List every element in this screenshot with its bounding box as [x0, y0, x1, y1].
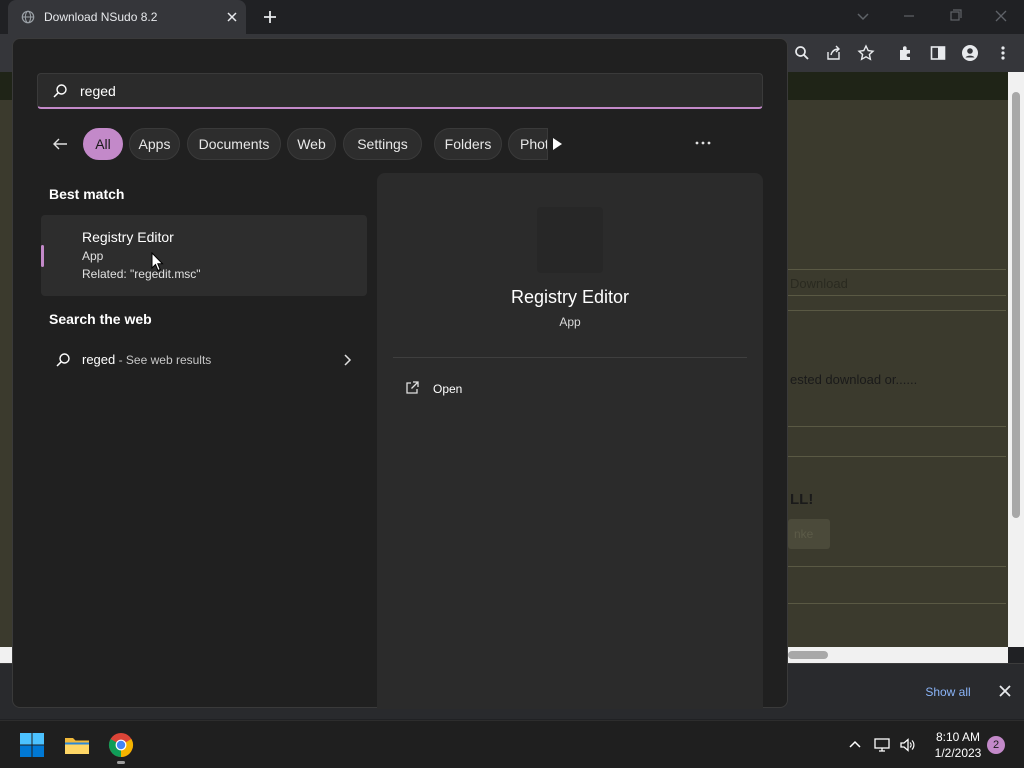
web-divider [788, 310, 1006, 311]
detail-type: App [559, 315, 581, 329]
filter-chip-web[interactable]: Web [287, 128, 336, 160]
menu-dots-vertical-icon[interactable] [993, 43, 1013, 63]
web-button-label: nke [794, 527, 814, 541]
clock-date: 1/2/2023 [934, 746, 982, 760]
detail-preview-pane: Registry Editor App Open [377, 173, 763, 709]
chrome-icon[interactable] [107, 731, 135, 759]
open-action-button[interactable]: Open [393, 373, 593, 405]
file-explorer-icon[interactable] [63, 731, 91, 759]
filter-chip-settings[interactable]: Settings [343, 128, 422, 160]
filter-chip-documents[interactable]: Documents [187, 128, 281, 160]
minimize-icon[interactable] [899, 6, 919, 26]
selection-accent [41, 245, 44, 267]
best-match-related: Related: "regedit.msc" [82, 267, 201, 281]
bookmark-star-icon[interactable] [856, 43, 876, 63]
filter-chips: All Apps Documents Web Settings Folders … [37, 127, 763, 161]
taskbar-clock[interactable]: 8:10 AM 1/2/2023 [926, 729, 990, 761]
best-match-result[interactable]: Registry Editor App Related: "regedit.ms… [41, 215, 367, 296]
more-options-icon[interactable] [693, 133, 713, 153]
show-all-button[interactable]: Show all [912, 679, 984, 705]
back-arrow-icon[interactable] [51, 135, 69, 153]
vertical-scrollbar[interactable] [1008, 72, 1024, 647]
clock-time: 8:10 AM [935, 730, 981, 744]
filter-chip-folders[interactable]: Folders [434, 128, 502, 160]
web-divider [788, 269, 1006, 270]
tab-close-icon[interactable] [224, 9, 240, 25]
filter-chip-all[interactable]: All [83, 128, 123, 160]
web-search-result[interactable]: reged - See web results [41, 343, 367, 377]
detail-title: Registry Editor [510, 287, 630, 307]
share-icon[interactable] [824, 43, 844, 63]
web-query: reged [82, 352, 116, 367]
taskbar: 8:10 AM 1/2/2023 2 [0, 720, 1024, 768]
network-icon[interactable] [873, 736, 891, 754]
tab-title: Download NSudo 8.2 [44, 10, 158, 24]
web-all-text: LL! [790, 491, 814, 508]
extensions-icon[interactable] [896, 43, 916, 63]
volume-icon[interactable] [898, 736, 916, 754]
browser-tab[interactable]: Download NSudo 8.2 [8, 0, 246, 34]
web-download-label[interactable]: Download [790, 276, 848, 291]
web-search-icon [56, 353, 70, 367]
web-divider [788, 603, 1006, 604]
zoom-search-icon[interactable] [792, 43, 812, 63]
filter-chip-apps[interactable]: Apps [129, 128, 180, 160]
windows-search-panel: reged All Apps Documents Web Settings Fo… [12, 38, 788, 709]
browser-tabstrip: Download NSudo 8.2 [0, 0, 1024, 34]
registry-editor-app-icon [537, 207, 603, 273]
profile-icon[interactable] [960, 43, 980, 63]
play-more-filters-icon[interactable] [548, 135, 566, 153]
best-match-heading: Best match [49, 186, 125, 202]
best-match-title: Registry Editor [82, 229, 174, 245]
web-results-suffix: - See web results [115, 353, 212, 367]
side-panel-icon[interactable] [928, 43, 948, 63]
mouse-cursor-icon [151, 252, 164, 272]
detail-divider [393, 357, 747, 358]
search-query: reged [80, 83, 116, 99]
globe-icon [21, 10, 35, 24]
search-web-heading: Search the web [49, 311, 152, 327]
web-divider [788, 456, 1006, 457]
windows-start-icon[interactable] [18, 731, 46, 759]
open-external-icon [406, 381, 419, 394]
web-divider [788, 295, 1006, 296]
close-window-icon[interactable] [991, 6, 1011, 26]
filter-chip-photos[interactable]: Photos [508, 128, 548, 160]
web-divider [788, 426, 1006, 427]
chevron-up-icon[interactable] [846, 736, 864, 754]
web-requested-text: ested download or...... [790, 372, 918, 387]
web-divider [788, 566, 1006, 567]
best-match-type: App [82, 249, 104, 263]
chrome-running-indicator [117, 761, 125, 764]
new-tab-icon[interactable] [261, 8, 279, 26]
web-query-text: reged - See web results [82, 352, 211, 367]
web-button[interactable]: nke [788, 519, 830, 549]
open-action-label: Open [433, 382, 463, 396]
close-shelf-icon[interactable] [998, 684, 1012, 698]
notification-badge[interactable]: 2 [987, 736, 1005, 754]
search-input[interactable]: reged [37, 73, 763, 109]
search-icon [53, 84, 67, 98]
horizontal-scroll-thumb[interactable] [788, 651, 828, 659]
chevron-right-icon[interactable] [339, 352, 355, 368]
restore-icon[interactable] [945, 6, 965, 26]
vertical-scroll-thumb[interactable] [1012, 92, 1020, 518]
tab-search-chevron-icon[interactable] [853, 6, 873, 26]
